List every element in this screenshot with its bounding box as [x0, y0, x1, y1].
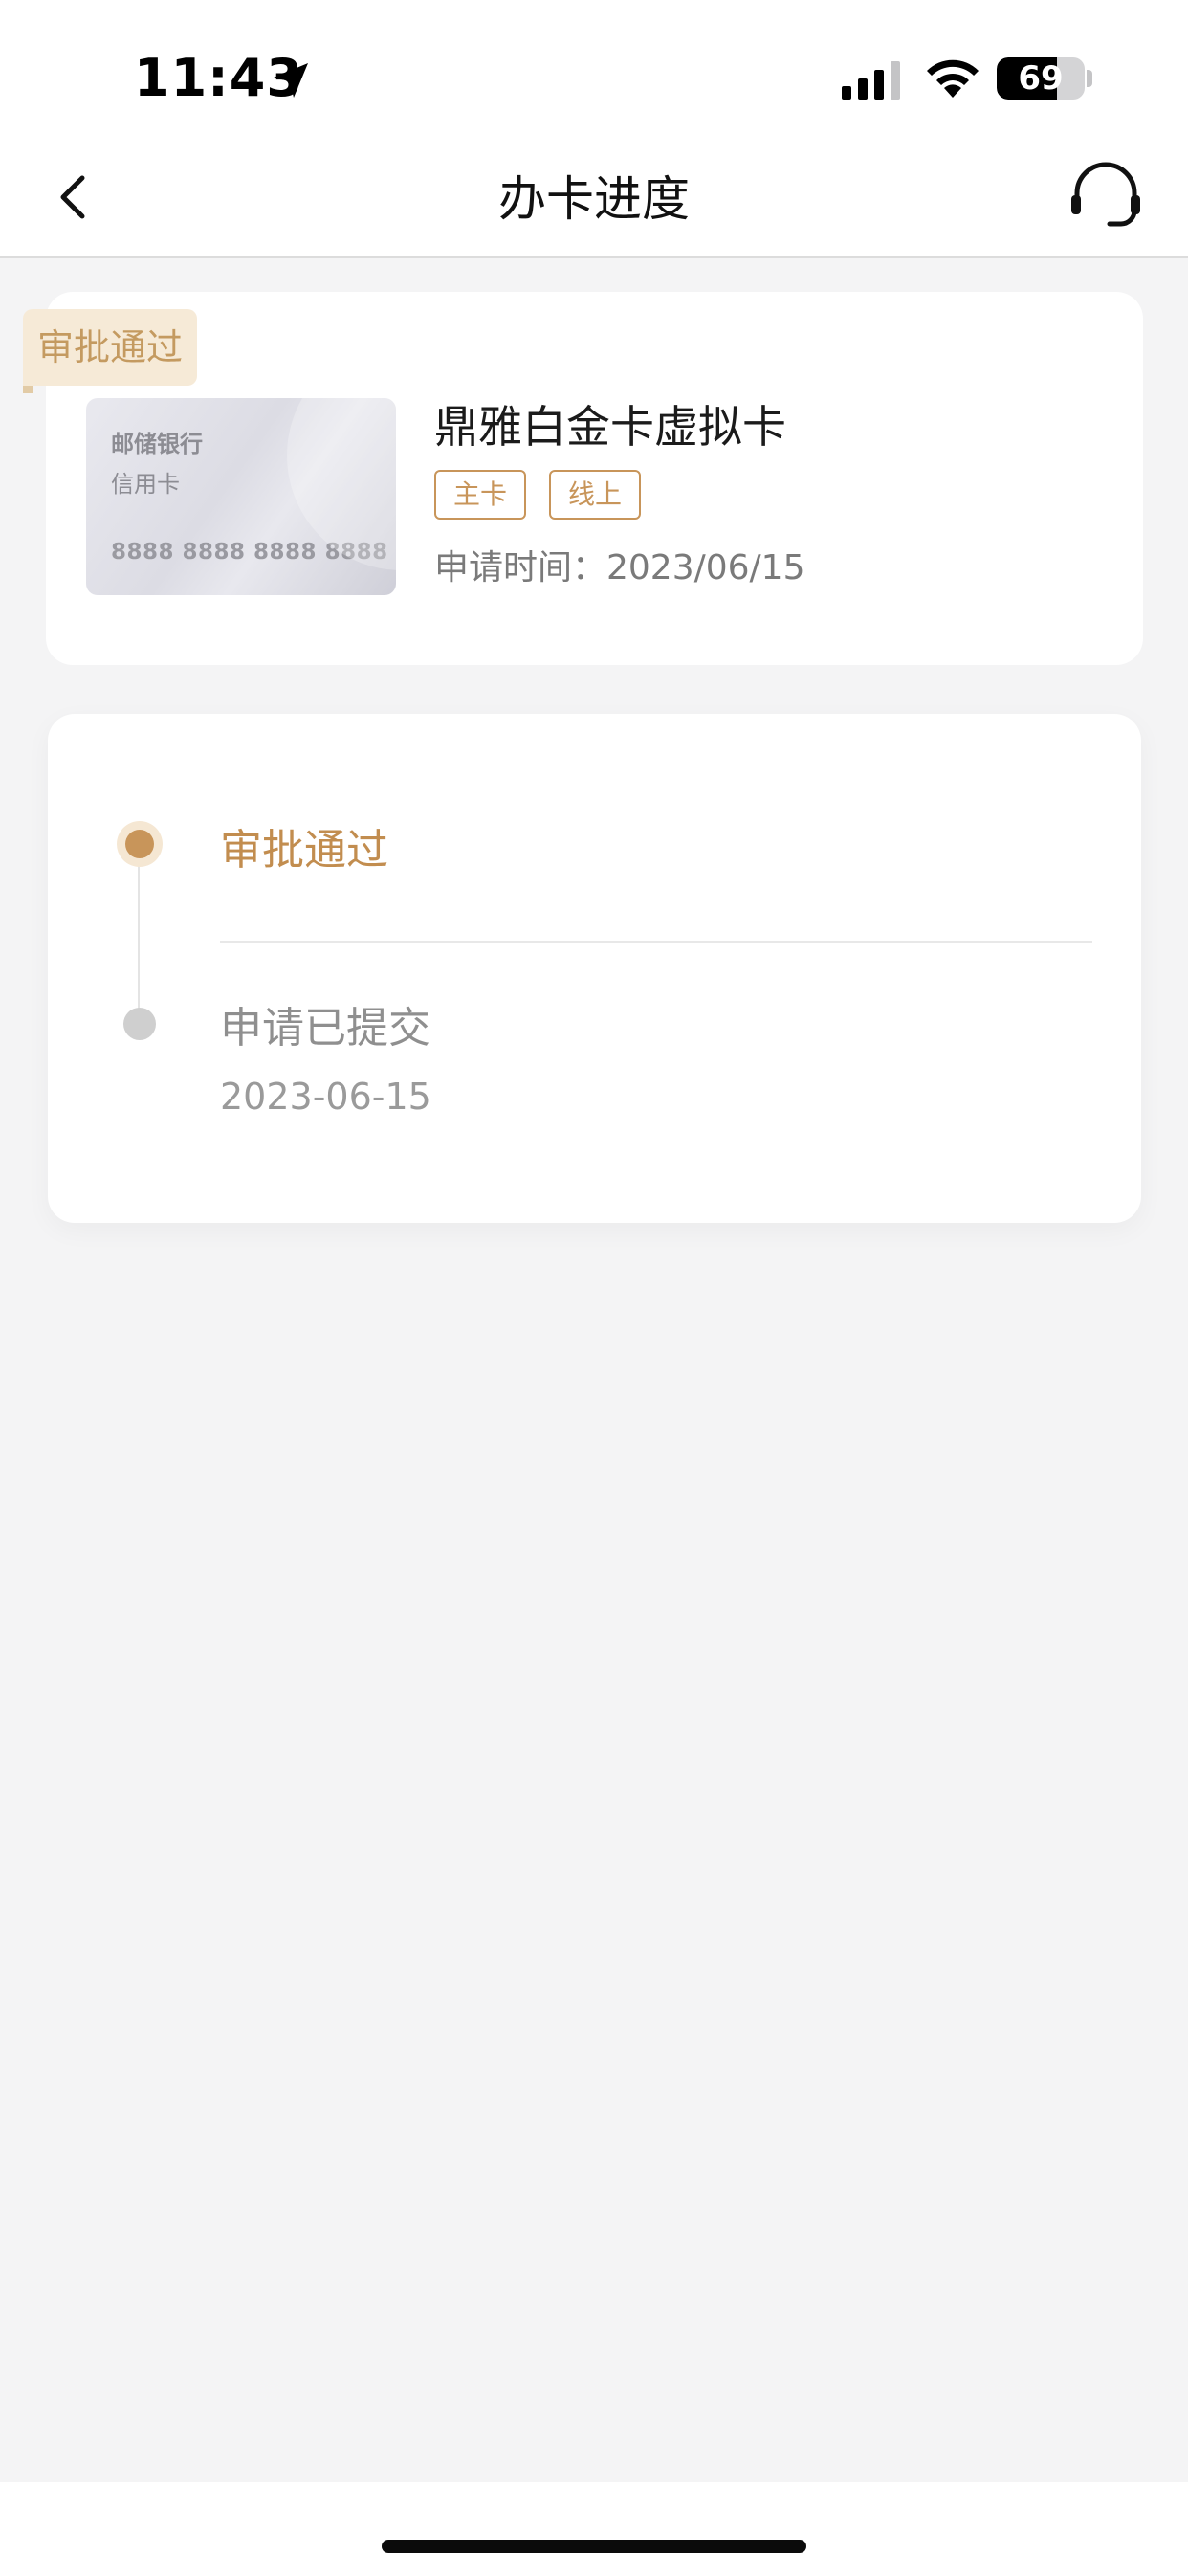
cellular-signal-icon	[842, 61, 900, 100]
timeline-step-date: 2023-06-15	[220, 1076, 431, 1118]
tag-primary-card: 主卡	[434, 470, 526, 520]
battery-level: 69	[1018, 59, 1064, 98]
battery-icon: 69	[997, 57, 1085, 100]
progress-timeline	[48, 714, 1141, 1223]
timeline-connector	[138, 861, 140, 1024]
customer-service-headset-icon[interactable]	[1066, 157, 1146, 237]
timeline-step-approved: 审批通过	[220, 826, 388, 875]
battery-cap	[1087, 70, 1092, 87]
home-indicator-area	[0, 2482, 1188, 2576]
timeline-dot-inactive	[123, 1008, 156, 1040]
card-type-label: 信用卡	[111, 471, 180, 498]
product-name: 鼎雅白金卡虚拟卡	[434, 401, 786, 453]
page-title: 办卡进度	[498, 171, 690, 227]
tag-online: 线上	[549, 470, 641, 520]
status-bar: 11:43 69	[0, 0, 1188, 153]
timeline-dot-active	[125, 830, 154, 858]
wifi-icon	[927, 59, 979, 98]
card-number: 8888 8888 8888 8888	[111, 540, 388, 565]
apply-time: 申请时间：2023/06/15	[434, 548, 805, 588]
location-arrow-icon	[274, 63, 308, 98]
card-bank-name: 邮储银行	[111, 431, 203, 457]
timeline-step-submitted: 申请已提交	[220, 1004, 430, 1053]
credit-card-image: 邮储银行 信用卡 8888 8888 8888 8888	[86, 398, 396, 595]
tag-fold	[23, 386, 33, 393]
approval-status-tag: 审批通过	[23, 309, 197, 386]
timeline-divider	[220, 941, 1092, 943]
home-indicator[interactable]	[382, 2540, 806, 2553]
